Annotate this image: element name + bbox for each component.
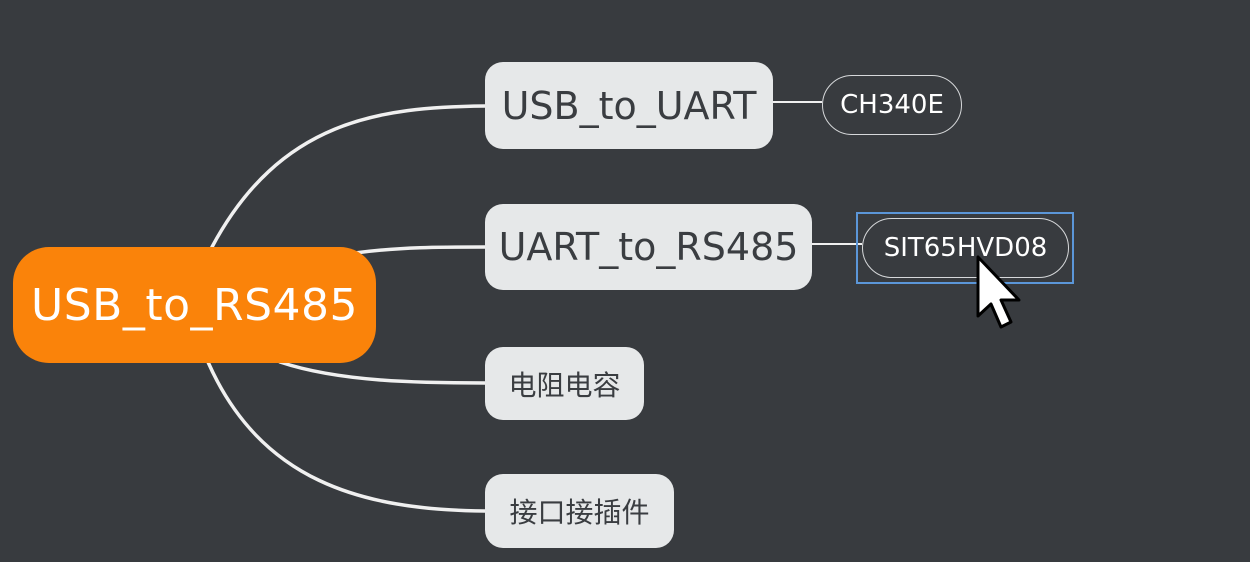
root-topic[interactable]: USB_to_RS485 — [13, 247, 376, 363]
subtopic-label: CH340E — [840, 90, 944, 120]
subtopic-label: SIT65HVD08 — [883, 233, 1048, 263]
topic-label: UART_to_RS485 — [498, 225, 799, 269]
root-topic-label: USB_to_RS485 — [31, 279, 358, 331]
topic-resistor-capacitor[interactable]: 电阻电容 — [485, 347, 644, 420]
link-root-usb-to-uart — [210, 104, 487, 249]
topic-label: 电阻电容 — [508, 368, 621, 402]
mindmap-canvas[interactable]: USB_to_RS485 USB_to_UART UART_to_RS485 电… — [0, 0, 1250, 562]
subtopic-sit65hvd08[interactable]: SIT65HVD08 — [862, 218, 1069, 278]
topic-label: USB_to_UART — [501, 83, 757, 128]
subtopic-ch340e[interactable]: CH340E — [822, 75, 962, 135]
link-root-resistor-capacitor — [278, 360, 487, 385]
topic-usb-to-uart[interactable]: USB_to_UART — [485, 62, 773, 149]
topic-label: 接口接插件 — [509, 496, 650, 529]
topic-connectors[interactable]: 接口接插件 — [485, 474, 674, 548]
topic-uart-to-rs485[interactable]: UART_to_RS485 — [485, 204, 812, 290]
link-root-uart-to-rs485 — [353, 245, 487, 255]
